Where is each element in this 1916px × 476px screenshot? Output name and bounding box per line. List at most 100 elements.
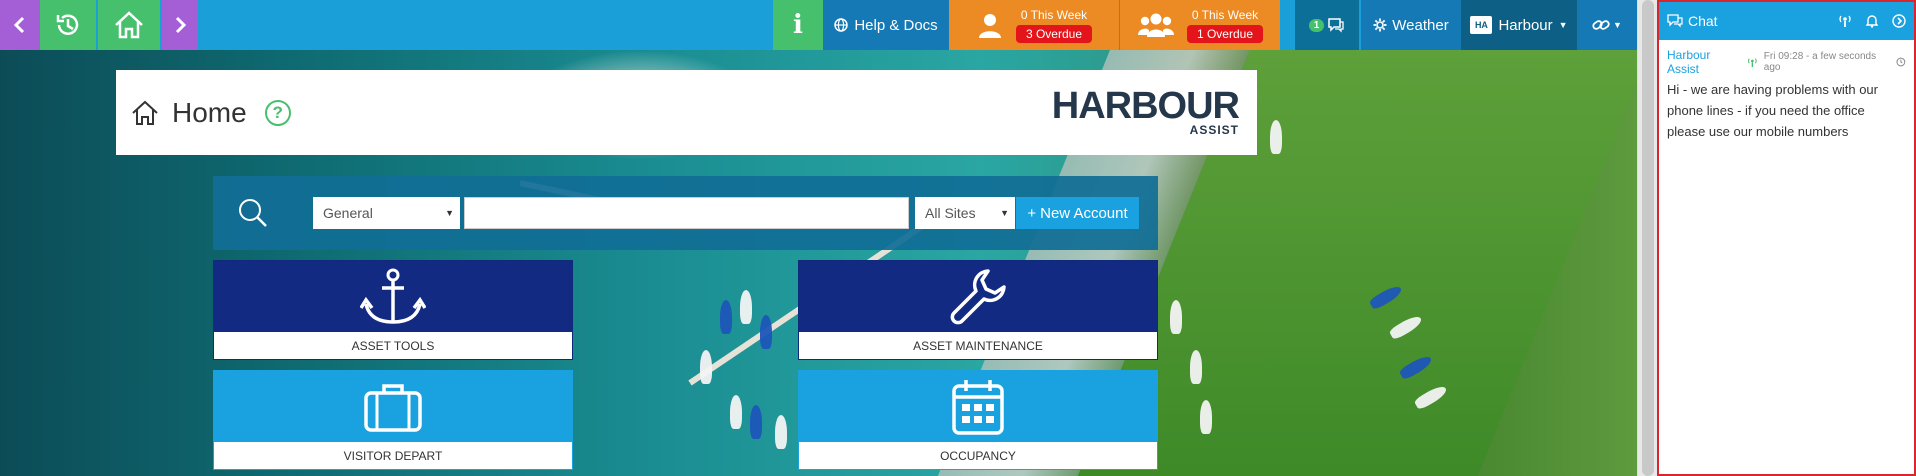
tile-label: ASSET TOOLS	[351, 339, 435, 353]
harbour-logo-icon: HA	[1470, 16, 1493, 34]
search-input[interactable]	[464, 197, 909, 229]
link-icon	[1592, 20, 1610, 30]
background-boat	[1170, 300, 1182, 334]
main-scrollbar[interactable]	[1637, 0, 1657, 476]
info-button[interactable]: i	[773, 0, 823, 50]
background-boat	[720, 300, 732, 334]
chat-message-text: Hi - we are having problems with our pho…	[1667, 82, 1878, 139]
links-menu-button[interactable]: ▼	[1577, 0, 1637, 50]
broadcast-icon[interactable]	[1838, 14, 1852, 28]
groups-status-button[interactable]: 0 This Week 1 Overdue	[1120, 0, 1280, 50]
search-icon[interactable]	[233, 197, 273, 229]
harbour-assist-logo: HARBOUR ASSIST	[1051, 85, 1240, 136]
caret-down-icon: ▼	[1000, 208, 1009, 218]
tile-icon-area	[214, 371, 572, 442]
home-icon	[132, 100, 158, 125]
visitors-stat: 0 This Week 3 Overdue	[1015, 7, 1093, 43]
bell-icon[interactable]	[1866, 14, 1878, 28]
back-button[interactable]	[0, 0, 40, 50]
groups-week-count: 0 This Week	[1191, 7, 1259, 22]
background-boat	[700, 350, 712, 384]
background-boat	[750, 405, 762, 439]
new-account-button[interactable]: + New Account	[1016, 197, 1139, 229]
chat-title: Chat	[1688, 13, 1718, 29]
page-header: Home ? HARBOUR ASSIST	[116, 70, 1257, 155]
background-boat	[775, 415, 787, 449]
help-icon[interactable]: ?	[264, 99, 291, 126]
info-icon: i	[793, 10, 803, 40]
clock-icon	[1896, 57, 1906, 67]
tile-icon-area	[799, 371, 1157, 442]
tile-icon-area	[799, 261, 1157, 332]
brand-main-text: HARBOUR	[1051, 85, 1240, 127]
history-icon	[56, 14, 79, 35]
forward-button[interactable]	[162, 0, 198, 50]
chat-count-badge: 1	[1308, 18, 1325, 32]
gear-icon	[1373, 18, 1387, 32]
tile-asset-tools[interactable]: ASSET TOOLS	[213, 260, 573, 360]
visitors-status-button[interactable]: 0 This Week 3 Overdue	[949, 0, 1119, 50]
search-panel: General ▼ All Sites ▼ + New Account	[213, 176, 1158, 250]
anchor-icon	[360, 268, 426, 324]
chat-message-meta: Harbour Assist Fri 09:28 - a few seconds…	[1667, 48, 1906, 76]
background-boat	[1270, 120, 1282, 154]
groups-stat: 0 This Week 1 Overdue	[1186, 7, 1264, 43]
weather-button[interactable]: Weather	[1361, 0, 1461, 50]
chat-message: Harbour Assist Fri 09:28 - a few seconds…	[1659, 40, 1914, 150]
chat-toggle-button[interactable]: 1	[1295, 0, 1359, 50]
chat-panel: Chat Harbour Assist Fri 09:28 - a few se…	[1657, 0, 1916, 476]
chat-header: Chat	[1659, 2, 1914, 40]
top-navigation-bar: i Help & Docs 0 This Week 3 Overdue 0 Th…	[0, 0, 1637, 50]
help-docs-button[interactable]: Help & Docs	[823, 0, 949, 50]
caret-down-icon: ▼	[1558, 20, 1568, 30]
calendar-icon	[952, 379, 1004, 435]
users-icon	[1137, 13, 1174, 37]
background-boat	[1200, 400, 1212, 434]
groups-overdue-badge: 1 Overdue	[1186, 24, 1264, 43]
tile-label: ASSET MAINTENANCE	[913, 339, 1043, 353]
tile-label: VISITOR DEPART	[343, 449, 443, 463]
broadcast-icon	[1748, 57, 1757, 67]
weather-label: Weather	[1392, 16, 1449, 34]
background-boat	[730, 395, 742, 429]
help-docs-label: Help & Docs	[854, 16, 938, 34]
background-boat	[760, 315, 772, 349]
tile-occupancy[interactable]: OCCUPANCY	[798, 370, 1158, 470]
home-icon	[115, 11, 143, 39]
tile-icon-area	[214, 261, 572, 332]
harbour-menu-button[interactable]: HA Harbour ▼	[1461, 0, 1577, 50]
comments-icon	[1328, 18, 1344, 33]
visitors-overdue-badge: 3 Overdue	[1015, 24, 1093, 43]
history-button[interactable]	[40, 0, 96, 50]
visitors-week-count: 0 This Week	[1020, 7, 1088, 22]
tile-label: OCCUPANCY	[940, 449, 1016, 463]
tile-visitor-depart[interactable]: VISITOR DEPART	[213, 370, 573, 470]
chevron-left-icon	[13, 16, 25, 34]
chevron-circle-right-icon[interactable]	[1892, 14, 1906, 28]
harbour-label: Harbour	[1498, 16, 1553, 34]
chevron-right-icon	[175, 16, 187, 34]
wrench-icon	[950, 268, 1006, 324]
comments-icon	[1667, 14, 1683, 28]
plus-icon: +	[1027, 204, 1037, 222]
background-boat	[1190, 350, 1202, 384]
user-icon	[978, 14, 1001, 38]
search-category-select[interactable]: General ▼	[313, 197, 460, 229]
sites-select[interactable]: All Sites ▼	[915, 197, 1015, 229]
scrollbar-thumb[interactable]	[1642, 0, 1654, 476]
chat-message-time: Fri 09:28 - a few seconds ago	[1763, 51, 1877, 73]
chat-actions	[1838, 14, 1906, 28]
caret-down-icon: ▼	[1613, 20, 1622, 30]
search-category-value: General	[323, 205, 373, 221]
new-account-label: New Account	[1040, 204, 1128, 222]
chat-message-author[interactable]: Harbour Assist	[1667, 48, 1743, 76]
topbar-spacer	[198, 0, 773, 50]
globe-icon	[834, 18, 849, 32]
suitcase-icon	[364, 383, 422, 432]
page-title: Home	[172, 96, 247, 128]
home-button[interactable]	[98, 0, 160, 50]
tile-asset-maintenance[interactable]: ASSET MAINTENANCE	[798, 260, 1158, 360]
caret-down-icon: ▼	[445, 208, 454, 218]
background-boat	[740, 290, 752, 324]
sites-select-value: All Sites	[925, 205, 976, 221]
